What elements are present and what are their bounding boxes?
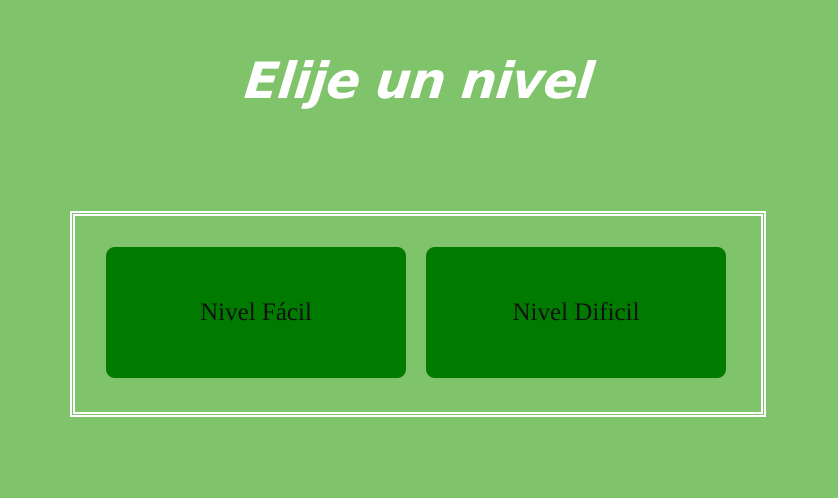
hard-level-button[interactable]: Nivel Dificil [426,247,726,378]
page-title: Elije un nivel [242,52,596,110]
easy-level-button[interactable]: Nivel Fácil [106,247,406,378]
easy-level-label: Nivel Fácil [200,298,312,326]
hard-level-label: Nivel Dificil [512,298,640,326]
level-selection-frame: Nivel Fácil Nivel Dificil [70,211,766,417]
